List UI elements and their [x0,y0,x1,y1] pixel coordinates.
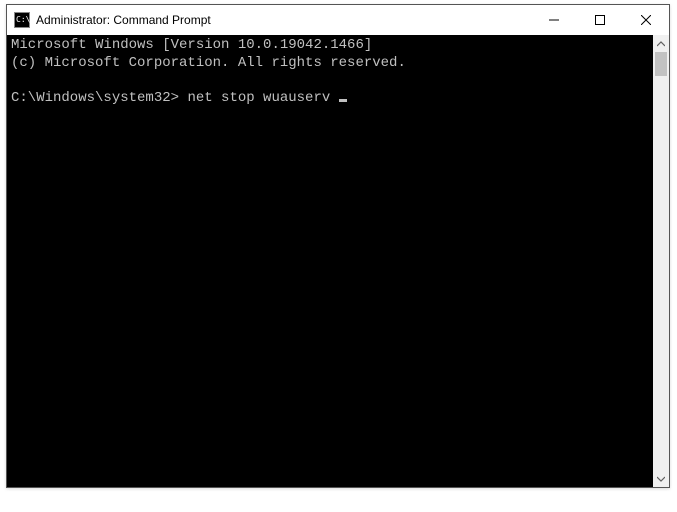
close-icon [641,15,651,25]
window-controls [531,5,669,35]
terminal-line: Microsoft Windows [Version 10.0.19042.14… [11,37,372,53]
svg-text:C:\: C:\ [16,15,30,24]
scroll-up-button[interactable] [653,35,669,52]
command-prompt-window: C:\ Administrator: Command Prompt [6,4,670,488]
minimize-button[interactable] [531,5,577,35]
terminal-line: (c) Microsoft Corporation. All rights re… [11,55,406,71]
cmd-icon: C:\ [14,12,30,28]
window-title: Administrator: Command Prompt [36,13,531,27]
minimize-icon [549,15,559,25]
close-button[interactable] [623,5,669,35]
vertical-scrollbar[interactable] [653,35,669,487]
content-area: Microsoft Windows [Version 10.0.19042.14… [7,35,669,487]
scroll-down-button[interactable] [653,470,669,487]
chevron-down-icon [657,475,665,483]
maximize-icon [595,15,605,25]
terminal-prompt: C:\Windows\system32> [11,90,179,106]
cursor [339,99,347,102]
scrollbar-track[interactable] [653,52,669,470]
scrollbar-thumb[interactable] [655,52,667,76]
terminal-output[interactable]: Microsoft Windows [Version 10.0.19042.14… [7,35,653,487]
terminal-command: net stop wuauserv [187,90,330,106]
maximize-button[interactable] [577,5,623,35]
titlebar[interactable]: C:\ Administrator: Command Prompt [7,5,669,35]
chevron-up-icon [657,40,665,48]
